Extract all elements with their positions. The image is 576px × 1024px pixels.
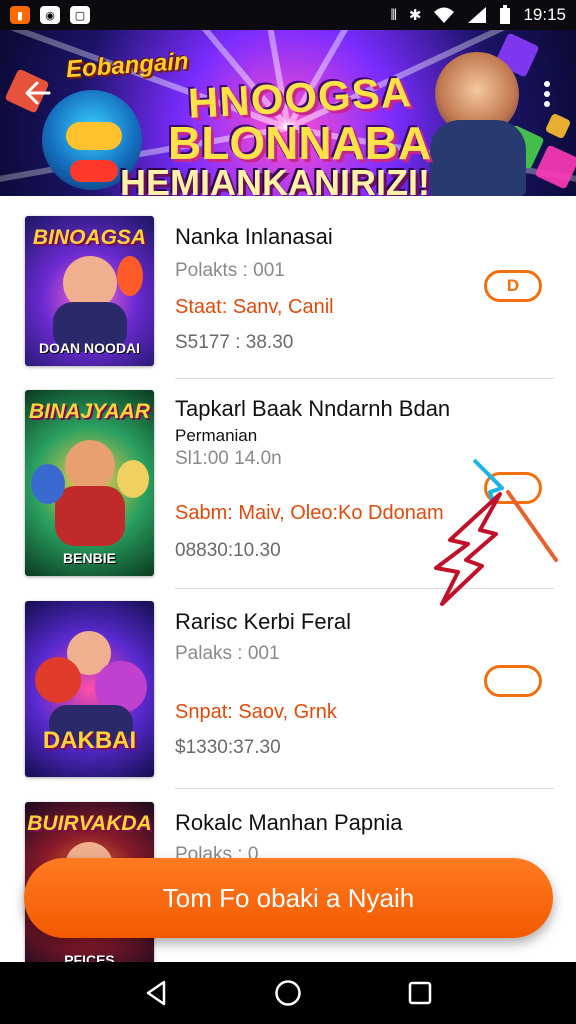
cover-subtitle: DAKBAI <box>42 727 137 754</box>
battery-icon <box>500 5 511 24</box>
item-toggle[interactable] <box>484 665 542 697</box>
cover-figure <box>65 440 115 490</box>
nav-home-button[interactable] <box>273 978 303 1008</box>
vibrate-icon: ⫴ <box>390 6 397 24</box>
item-status: Staat: Sanv, Canil <box>175 296 334 318</box>
bluetooth-icon: ✱ <box>408 7 422 24</box>
status-bar: ▮ ◉ ▢ ⫴ ✱ 19:15 <box>0 0 576 30</box>
clock: 19:15 <box>523 5 566 24</box>
cover-figure <box>31 464 65 504</box>
cover-subtitle: DOAN NOODAI <box>38 340 141 356</box>
decor-cube <box>534 144 576 190</box>
banner-title: HEMIANKANIRIZI! <box>120 162 430 196</box>
item-status: Sabm: Maiv, Oleo:Ko Ddonam <box>175 502 444 524</box>
overflow-menu-button[interactable] <box>534 80 560 114</box>
list-item[interactable]: DAKBAI Rarisc Kerbi Feral Palaks : 001 S… <box>0 601 576 801</box>
item-price: $1330:37.30 <box>175 737 281 758</box>
nav-back-button[interactable] <box>141 978 171 1008</box>
character-left-goggles <box>66 122 122 150</box>
item-cover-image: BINAJYAAR BENBIE <box>25 390 154 576</box>
cover-figure <box>117 460 149 498</box>
signal-icon <box>468 7 487 23</box>
app-icon: ▮ <box>10 6 30 24</box>
list-item[interactable]: BINOAGSA DOAN NOODAI Nanka Inlanasai Pol… <box>0 216 576 416</box>
cover-figure <box>35 657 81 703</box>
nav-recents-button[interactable] <box>405 978 435 1008</box>
item-title: Rarisc Kerbi Feral <box>175 609 352 634</box>
item-meta: Sl1:00 14.0n <box>175 448 282 469</box>
item-title: Rokalc Manhan Papnia <box>175 810 403 835</box>
divider <box>175 378 554 379</box>
item-meta: Polakts : 001 <box>175 260 285 281</box>
cover-title: BINAJYAAR <box>29 400 150 423</box>
cover-subtitle: BENBIE <box>63 550 116 566</box>
wifi-icon <box>434 7 455 23</box>
cta-label: Tom Fo obaki a Nyaih <box>162 882 415 913</box>
item-price: 08830:10.30 <box>175 540 281 561</box>
item-cover-image: BINOAGSA DOAN NOODAI <box>25 216 154 366</box>
item-title: Tapkarl Baak Nndarnh Bdan <box>175 396 451 421</box>
circle-home-icon <box>275 980 301 1006</box>
system-nav-bar <box>0 962 576 1024</box>
item-title: Nanka Inlanasai <box>175 224 333 249</box>
cover-title: BUIRVAKDA <box>27 812 152 835</box>
divider <box>175 788 554 789</box>
notification-icons: ▮ ◉ ▢ <box>10 6 90 24</box>
arrow-left-icon <box>25 81 51 105</box>
item-price: S5177 : 38.30 <box>175 332 294 353</box>
app-icon: ▢ <box>70 6 90 24</box>
item-meta: Palaks : 001 <box>175 643 280 664</box>
app-icon: ◉ <box>40 6 60 24</box>
character-left-mouth <box>70 160 118 182</box>
square-recents-icon <box>408 981 432 1005</box>
cover-figure <box>55 486 125 546</box>
item-cover-image: DAKBAI <box>25 601 154 777</box>
system-icons: ⫴ ✱ 19:15 <box>391 5 566 25</box>
item-subtitle: Permanian <box>175 426 258 445</box>
cover-title: BINOAGSA <box>32 226 147 249</box>
decor-cube <box>544 112 572 140</box>
primary-cta-button[interactable]: Tom Fo obaki a Nyaih <box>24 858 553 938</box>
item-status: Snpat: Saov, Grnk <box>175 701 337 723</box>
toggle-label: D <box>506 276 520 295</box>
promo-banner[interactable]: Eobangain HNOOGSA BLONNABA HEMIANKANIRIZ… <box>0 30 576 196</box>
more-vertical-icon <box>544 81 550 107</box>
pointer-arrow-icon <box>434 458 558 606</box>
item-toggle[interactable]: D <box>484 270 542 302</box>
back-button[interactable] <box>20 78 56 114</box>
character-right-body <box>430 120 526 196</box>
triangle-back-icon <box>146 980 166 1006</box>
cover-figure <box>117 256 143 296</box>
